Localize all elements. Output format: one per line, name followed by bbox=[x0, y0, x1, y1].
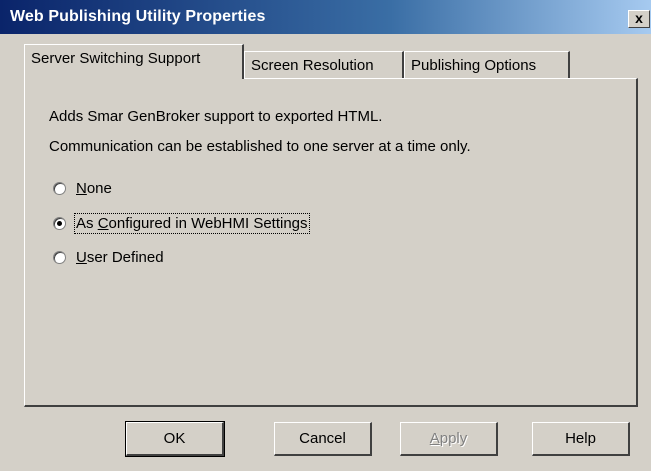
close-icon: x bbox=[635, 10, 643, 26]
description-line-2: Communication can be established to one … bbox=[49, 138, 471, 155]
radio-option-user-defined[interactable]: User Defined bbox=[53, 246, 164, 268]
radio-label-none[interactable]: None bbox=[76, 180, 112, 197]
radio-label-as-configured[interactable]: As Configured in WebHMI Settings bbox=[74, 212, 310, 234]
radio-button-user-defined[interactable] bbox=[53, 250, 66, 264]
title-bar[interactable]: Web Publishing Utility Properties x bbox=[0, 0, 651, 34]
ok-button[interactable]: OK bbox=[125, 421, 225, 457]
tab-screen-resolution[interactable]: Screen Resolution bbox=[244, 51, 404, 81]
radio-option-as-configured[interactable]: As Configured in WebHMI Settings bbox=[53, 212, 310, 234]
radio-button-none[interactable] bbox=[53, 181, 66, 195]
tab-label: Screen Resolution bbox=[251, 57, 374, 74]
help-button[interactable]: Help bbox=[532, 422, 630, 456]
radio-label-user-defined[interactable]: User Defined bbox=[76, 249, 164, 266]
radio-option-none[interactable]: None bbox=[53, 177, 112, 199]
tab-panel: Adds Smar GenBroker support to exported … bbox=[24, 78, 638, 407]
tab-label: Server Switching Support bbox=[31, 50, 201, 67]
tab-server-switching-support[interactable]: Server Switching Support bbox=[24, 44, 244, 79]
close-button[interactable]: x bbox=[628, 10, 650, 28]
tab-label: Publishing Options bbox=[411, 57, 537, 74]
properties-dialog: Web Publishing Utility Properties x Serv… bbox=[0, 0, 651, 471]
apply-button[interactable]: Apply bbox=[400, 422, 498, 456]
description-line-1: Adds Smar GenBroker support to exported … bbox=[49, 108, 383, 125]
cancel-button[interactable]: Cancel bbox=[274, 422, 372, 456]
window-title: Web Publishing Utility Properties bbox=[10, 8, 266, 25]
tab-publishing-options[interactable]: Publishing Options bbox=[404, 51, 570, 81]
radio-button-as-configured[interactable] bbox=[53, 216, 66, 230]
